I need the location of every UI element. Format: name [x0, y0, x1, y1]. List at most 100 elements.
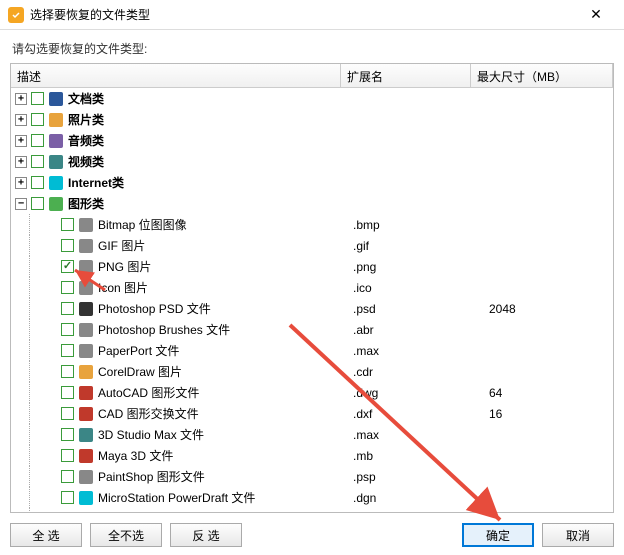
- file-type-row[interactable]: AutoCAD 图形文件.dwg64: [11, 382, 613, 403]
- file-icon: [78, 385, 94, 401]
- file-icon: [78, 280, 94, 296]
- file-icon: [78, 364, 94, 380]
- expander-spacer: [45, 471, 57, 483]
- file-type-row[interactable]: CAD 图形交换文件.dxf16: [11, 403, 613, 424]
- file-type-row[interactable]: Bitmap 位图图像.bmp: [11, 214, 613, 235]
- category-row[interactable]: +视频类: [11, 151, 613, 172]
- file-type-row[interactable]: MicroStation PowerDraft 文件 .dgn: [11, 487, 613, 508]
- file-type-row[interactable]: Icon 图片 .ico: [11, 277, 613, 298]
- checkbox[interactable]: [61, 218, 74, 231]
- file-icon: [78, 448, 94, 464]
- checkbox[interactable]: [61, 449, 74, 462]
- checkbox[interactable]: [61, 428, 74, 441]
- file-icon: [78, 469, 94, 485]
- file-type-row[interactable]: Maya 3D 文件.mb: [11, 445, 613, 466]
- checkbox[interactable]: [31, 176, 44, 189]
- file-type-label: CorelDraw 图片: [98, 363, 182, 380]
- checkbox[interactable]: [61, 281, 74, 294]
- file-type-row[interactable]: CorelDraw 图片.cdr: [11, 361, 613, 382]
- file-type-row[interactable]: GIF 图片 .gif: [11, 235, 613, 256]
- file-extension: .max: [353, 428, 379, 442]
- file-type-label: PaintShop 图形文件: [98, 468, 205, 485]
- checkbox[interactable]: [61, 344, 74, 357]
- checkbox[interactable]: [31, 92, 44, 105]
- file-type-row[interactable]: PaperPort 文件.max: [11, 340, 613, 361]
- file-extension: .png: [353, 260, 376, 274]
- file-type-row[interactable]: PNG 图片.png: [11, 256, 613, 277]
- file-extension: .psp: [353, 470, 376, 484]
- file-extension: .dgn: [353, 491, 376, 505]
- checkbox[interactable]: [61, 260, 74, 273]
- checkbox[interactable]: [61, 239, 74, 252]
- file-type-label: Photoshop Brushes 文件: [98, 321, 230, 338]
- col-extension[interactable]: 扩展名: [341, 64, 471, 87]
- expander-spacer: [45, 345, 57, 357]
- file-maxsize: 2048: [489, 302, 516, 316]
- checkbox[interactable]: [31, 155, 44, 168]
- cancel-button[interactable]: 取消: [542, 523, 614, 547]
- file-type-label: MicroStation PowerDraft 文件: [98, 489, 255, 506]
- expander-icon[interactable]: +: [15, 93, 27, 105]
- select-all-button[interactable]: 全 选: [10, 523, 82, 547]
- expander-spacer: [45, 240, 57, 252]
- file-type-label: Photoshop PSD 文件: [98, 300, 211, 317]
- file-type-label: Maya 3D 文件: [98, 447, 173, 464]
- file-type-row[interactable]: CAXA 电子图板文件.exb: [11, 508, 613, 512]
- file-type-label: 3D Studio Max 文件: [98, 426, 204, 443]
- expander-icon[interactable]: −: [15, 198, 27, 210]
- prompt-text: 请勾选要恢复的文件类型:: [0, 30, 624, 63]
- expander-spacer: [45, 282, 57, 294]
- file-icon: [78, 217, 94, 233]
- file-extension: .psd: [353, 302, 376, 316]
- file-icon: [78, 427, 94, 443]
- category-row[interactable]: +音频类: [11, 130, 613, 151]
- file-type-label: CAD 图形交换文件: [98, 405, 199, 422]
- expander-icon[interactable]: +: [15, 135, 27, 147]
- checkbox[interactable]: [61, 302, 74, 315]
- col-maxsize[interactable]: 最大尺寸（MB）: [471, 64, 613, 87]
- category-row[interactable]: +文档类: [11, 88, 613, 109]
- category-label: 照片类: [68, 111, 104, 128]
- file-icon: [78, 343, 94, 359]
- expander-spacer: [45, 219, 57, 231]
- checkbox[interactable]: [61, 386, 74, 399]
- expander-icon[interactable]: +: [15, 114, 27, 126]
- category-row[interactable]: −图形类: [11, 193, 613, 214]
- folder-icon: [48, 175, 64, 191]
- close-icon[interactable]: ✕: [576, 6, 616, 23]
- checkbox[interactable]: [31, 113, 44, 126]
- file-maxsize: 16: [489, 407, 502, 421]
- expander-icon[interactable]: +: [15, 177, 27, 189]
- expander-spacer: [45, 261, 57, 273]
- expander-spacer: [45, 408, 57, 420]
- expander-spacer: [45, 303, 57, 315]
- col-description[interactable]: 描述: [11, 64, 341, 87]
- file-type-row[interactable]: Photoshop Brushes 文件.abr: [11, 319, 613, 340]
- file-type-label: GIF 图片: [98, 237, 145, 254]
- ok-button[interactable]: 确定: [462, 523, 534, 547]
- select-none-button[interactable]: 全不选: [90, 523, 162, 547]
- checkbox[interactable]: [31, 197, 44, 210]
- file-icon: [78, 238, 94, 254]
- invert-button[interactable]: 反 选: [170, 523, 242, 547]
- file-extension: .max: [353, 344, 379, 358]
- expander-icon[interactable]: +: [15, 156, 27, 168]
- folder-icon: [48, 133, 64, 149]
- checkbox[interactable]: [61, 491, 74, 504]
- file-icon: [78, 406, 94, 422]
- file-type-tree: 描述 扩展名 最大尺寸（MB） +文档类+照片类+音频类+视频类+Interne…: [10, 63, 614, 513]
- file-type-row[interactable]: 3D Studio Max 文件 .max: [11, 424, 613, 445]
- checkbox[interactable]: [61, 323, 74, 336]
- file-icon: [78, 511, 94, 513]
- file-type-row[interactable]: PaintShop 图形文件 .psp: [11, 466, 613, 487]
- checkbox[interactable]: [61, 407, 74, 420]
- category-row[interactable]: + 照片类: [11, 109, 613, 130]
- file-type-label: Icon 图片: [98, 279, 148, 296]
- file-type-row[interactable]: Photoshop PSD 文件 .psd 2048: [11, 298, 613, 319]
- category-row[interactable]: +Internet类: [11, 172, 613, 193]
- checkbox[interactable]: [31, 134, 44, 147]
- checkbox[interactable]: [61, 470, 74, 483]
- file-extension: .ico: [353, 281, 372, 295]
- checkbox[interactable]: [61, 365, 74, 378]
- file-extension: .gif: [353, 239, 369, 253]
